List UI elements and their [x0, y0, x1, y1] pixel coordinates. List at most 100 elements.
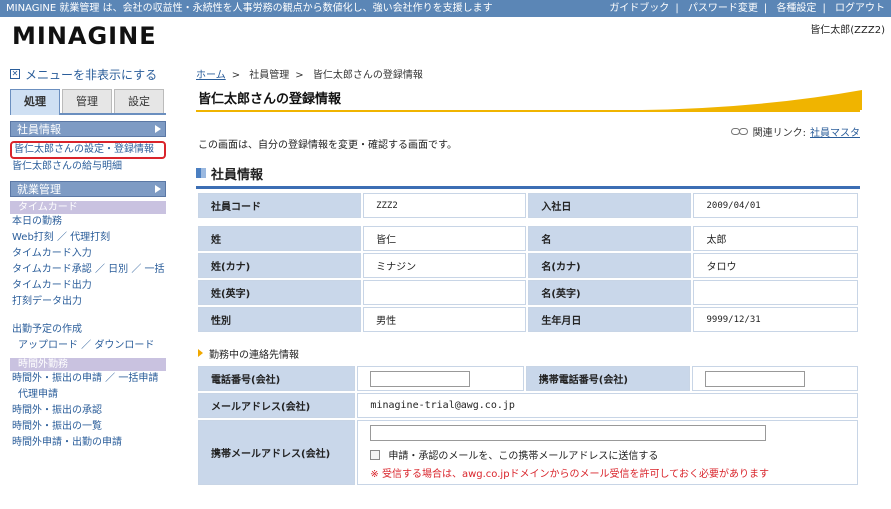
table-row: 姓(英字) 名(英字) [198, 280, 858, 305]
section-employee-info-label: 社員情報 [17, 123, 61, 136]
section-title-text: 社員情報 [211, 167, 264, 183]
section-divider [196, 186, 860, 189]
breadcrumb-home[interactable]: ホーム [196, 70, 226, 81]
top-bar: MINAGINE 就業管理 は、会社の収益性・永続性を人事労務の観点から数値化し… [0, 0, 891, 17]
label-birthdate: 生年月日 [528, 307, 692, 332]
tab-admin[interactable]: 管理 [62, 89, 112, 113]
label-last-en: 姓(英字) [198, 280, 362, 305]
value-employee-code: ZZZ2 [363, 193, 527, 218]
contact-title-text: 勤務中の連絡先情報 [209, 349, 299, 361]
sidebar-item-today[interactable]: 本日の勤務 [10, 214, 166, 230]
sidebar-item-proxy-request[interactable]: 代理申請 [10, 387, 166, 403]
sidebar-item-stamp-output[interactable]: 打刻データ出力 [10, 294, 166, 310]
subsection-timecard: タイムカード [10, 201, 166, 214]
label-first-name: 名 [528, 226, 692, 251]
sidebar-item-web-stamp[interactable]: Web打刻 ／ 代理打刻 [10, 230, 166, 246]
table-row: 性別 男性 生年月日 9999/12/31 [198, 307, 858, 332]
label-office-tel: 電話番号(会社) [198, 366, 356, 391]
title-underline [196, 110, 860, 112]
mobile-email-input[interactable] [370, 425, 767, 441]
office-mobile-input[interactable] [704, 370, 805, 387]
link-icon [730, 127, 749, 136]
value-last-name: 皆仁 [363, 226, 527, 251]
menu-tabs: 処理 管理 設定 [10, 89, 166, 115]
table-row: 社員コード ZZZ2 入社日 2009/04/01 [198, 193, 858, 218]
table-row: 姓 皆仁 名 太郎 [198, 226, 858, 251]
sidebar-item-timecard-approval[interactable]: タイムカード承認 ／ 日別 ／ 一括 [10, 262, 166, 278]
breadcrumb-employee-mgmt: 社員管理 [249, 70, 290, 81]
logo[interactable]: MINAGINE [12, 22, 157, 50]
section-employee-info[interactable]: 社員情報 [10, 121, 166, 137]
table-row: 電話番号(会社) 携帯電話番号(会社) [198, 366, 858, 391]
sidebar-item-overtime-list[interactable]: 時間外・振出の一覧 [10, 419, 166, 435]
contact-section-title: 勤務中の連絡先情報 [196, 346, 876, 361]
tab-process[interactable]: 処理 [10, 89, 60, 115]
value-first-kana: タロウ [693, 253, 858, 278]
collapse-icon: ✕ [10, 69, 20, 79]
sidebar-item-timecard-input[interactable]: タイムカード入力 [10, 246, 166, 262]
label-office-email: メールアドレス(会社) [198, 393, 356, 418]
sidebar-item-schedule-create[interactable]: 出勤予定の作成 [10, 322, 166, 338]
send-to-mobile-label: 申請・承認のメールを、この携帯メールアドレスに送信する [388, 451, 659, 462]
label-office-mobile: 携帯電話番号(会社) [525, 366, 690, 391]
value-birthdate: 9999/12/31 [693, 307, 858, 332]
tab-settings[interactable]: 設定 [114, 89, 164, 113]
main-content: ホーム > 社員管理 > 皆仁太郎さんの登録情報 皆仁太郎さんの登録情報 この画面は… [196, 66, 876, 487]
sidebar: ✕ メニューを非表示にする 処理 管理 設定 社員情報 皆仁太郎さんの設定・登録… [10, 66, 166, 509]
title-swoosh-decoration [642, 90, 862, 110]
value-last-kana: ミナジン [363, 253, 527, 278]
value-join-date: 2009/04/01 [693, 193, 858, 218]
label-first-en: 名(英字) [528, 280, 692, 305]
section-employee-info-title: 社員情報 [196, 164, 876, 183]
related-label: 関連リンク: [752, 128, 806, 139]
arrow-right-icon [155, 125, 161, 133]
page-description: この画面は、自分の登録情報を変更・確認する画面です。 [198, 140, 457, 151]
section-work-management-label: 就業管理 [17, 183, 61, 196]
mobile-email-warning: ※ 受信する場合は、awg.co.jpドメインからのメール受信を許可しておく必要… [370, 469, 769, 480]
settings-link[interactable]: 各種設定 [776, 3, 816, 14]
sidebar-item-my-settings[interactable]: 皆仁太郎さんの設定・登録情報 [10, 141, 166, 159]
sidebar-item-my-payslip[interactable]: 皆仁太郎さんの給与明細 [10, 159, 166, 175]
table-row: 姓(カナ) ミナジン 名(カナ) タロウ [198, 253, 858, 278]
arrow-right-icon [155, 185, 161, 193]
label-first-kana: 名(カナ) [528, 253, 692, 278]
employee-master-link[interactable]: 社員マスタ [810, 124, 860, 139]
table-row: メールアドレス(会社) minagine-trial@awg.co.jp [198, 393, 858, 418]
sidebar-item-overtime-request[interactable]: 時間外・振出の申請 ／ 一括申請 [10, 371, 166, 387]
value-last-en [363, 280, 527, 305]
subsection-overtime: 時間外勤務 [10, 358, 166, 371]
label-mobile-email: 携帯メールアドレス(会社) [198, 420, 356, 485]
breadcrumb: ホーム > 社員管理 > 皆仁太郎さんの登録情報 [196, 70, 423, 81]
header-links: ガイドブック | パスワード変更 | 各種設定 | ログアウト [609, 3, 885, 14]
label-join-date: 入社日 [528, 193, 692, 218]
hide-menu-label: メニューを非表示にする [25, 67, 158, 82]
value-office-email: minagine-trial@awg.co.jp [357, 393, 858, 418]
sidebar-item-timecard-output[interactable]: タイムカード出力 [10, 278, 166, 294]
value-first-en [693, 280, 858, 305]
label-last-kana: 姓(カナ) [198, 253, 362, 278]
page-title-bar: 皆仁太郎さんの登録情報 [196, 90, 876, 112]
office-tel-input[interactable] [370, 370, 471, 387]
employee-info-table: 社員コード ZZZ2 入社日 2009/04/01 姓 皆仁 名 太郎 姓(カナ… [196, 191, 860, 334]
table-row: 携帯メールアドレス(会社) 申請・承認のメールを、この携帯メールアドレスに送信す… [198, 420, 858, 485]
hide-menu-toggle[interactable]: ✕ メニューを非表示にする [10, 66, 166, 82]
value-gender: 男性 [363, 307, 527, 332]
user-name: 皆仁太郎(ZZZ2) [810, 25, 885, 36]
triangle-bullet-icon [198, 349, 203, 357]
sidebar-item-upload-download[interactable]: アップロード ／ ダウンロード [10, 338, 166, 354]
sidebar-item-overtime-attend[interactable]: 時間外申請・出勤の申請 [10, 435, 166, 451]
value-first-name: 太郎 [693, 226, 858, 251]
logout-link[interactable]: ログアウト [835, 3, 885, 14]
password-change-link[interactable]: パスワード変更 [688, 3, 758, 14]
section-work-management[interactable]: 就業管理 [10, 181, 166, 197]
label-last-name: 姓 [198, 226, 362, 251]
section-square-icon [196, 168, 206, 178]
guidebook-link[interactable]: ガイドブック [609, 3, 669, 14]
tagline: MINAGINE 就業管理 は、会社の収益性・永続性を人事労務の観点から数値化し… [6, 3, 493, 14]
label-employee-code: 社員コード [198, 193, 362, 218]
label-gender: 性別 [198, 307, 362, 332]
contact-info-table: 電話番号(会社) 携帯電話番号(会社) メールアドレス(会社) minagine… [196, 364, 860, 487]
send-to-mobile-checkbox[interactable] [370, 449, 381, 460]
breadcrumb-current: 皆仁太郎さんの登録情報 [312, 70, 423, 81]
sidebar-item-overtime-approval[interactable]: 時間外・振出の承認 [10, 403, 166, 419]
